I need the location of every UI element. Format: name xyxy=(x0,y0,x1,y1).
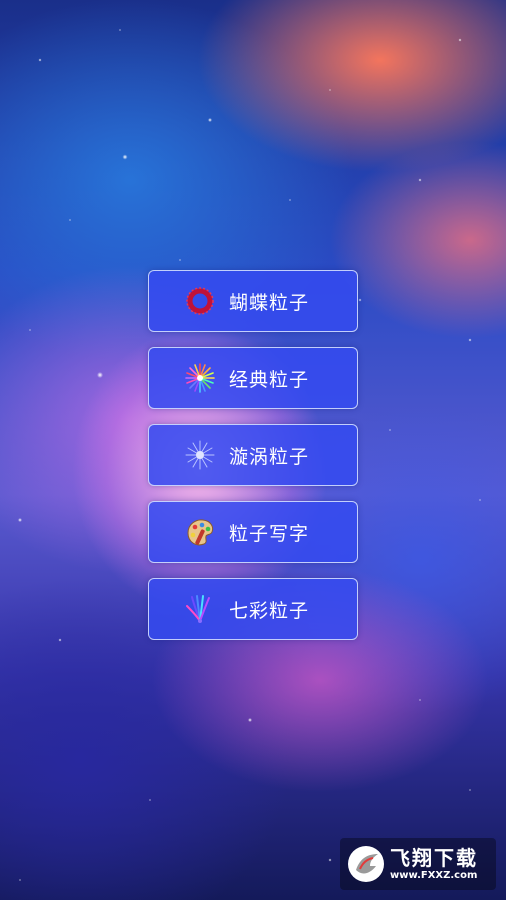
menu-item-label: 漩涡粒子 xyxy=(229,445,310,468)
watermark-url: www.FXXZ.com xyxy=(390,870,478,881)
particle-writing-button[interactable]: 粒子写字 xyxy=(148,501,358,563)
butterfly-particle-button[interactable]: 蝴蝶粒子 xyxy=(148,270,358,332)
site-logo xyxy=(348,846,384,882)
vortex-particle-button[interactable]: 漩涡粒子 xyxy=(148,424,358,486)
menu-item-label: 经典粒子 xyxy=(229,368,310,391)
rainbow-particle-button[interactable]: 七彩粒子 xyxy=(148,578,358,640)
watermark-title: 飞翔下载 xyxy=(390,846,478,870)
watermark-text: 飞翔下载 www.FXXZ.com xyxy=(390,846,478,882)
vortex-particle-icon xyxy=(183,438,217,472)
galaxy-background: 蝴蝶粒子 经典粒子 漩涡粒子 粒子写字 七彩粒子 飞翔下载 www.FXXZ.c… xyxy=(0,0,506,900)
particle-menu: 蝴蝶粒子 经典粒子 漩涡粒子 粒子写字 七彩粒子 xyxy=(148,270,358,655)
rainbow-particle-icon xyxy=(183,592,217,626)
site-watermark: 飞翔下载 www.FXXZ.com xyxy=(340,838,496,890)
classic-particle-icon xyxy=(183,361,217,395)
menu-item-label: 蝴蝶粒子 xyxy=(229,291,310,314)
menu-item-label: 粒子写字 xyxy=(229,522,310,545)
classic-particle-button[interactable]: 经典粒子 xyxy=(148,347,358,409)
menu-item-label: 七彩粒子 xyxy=(229,599,310,622)
butterfly-particle-icon xyxy=(183,284,217,318)
palette-icon xyxy=(183,515,217,549)
